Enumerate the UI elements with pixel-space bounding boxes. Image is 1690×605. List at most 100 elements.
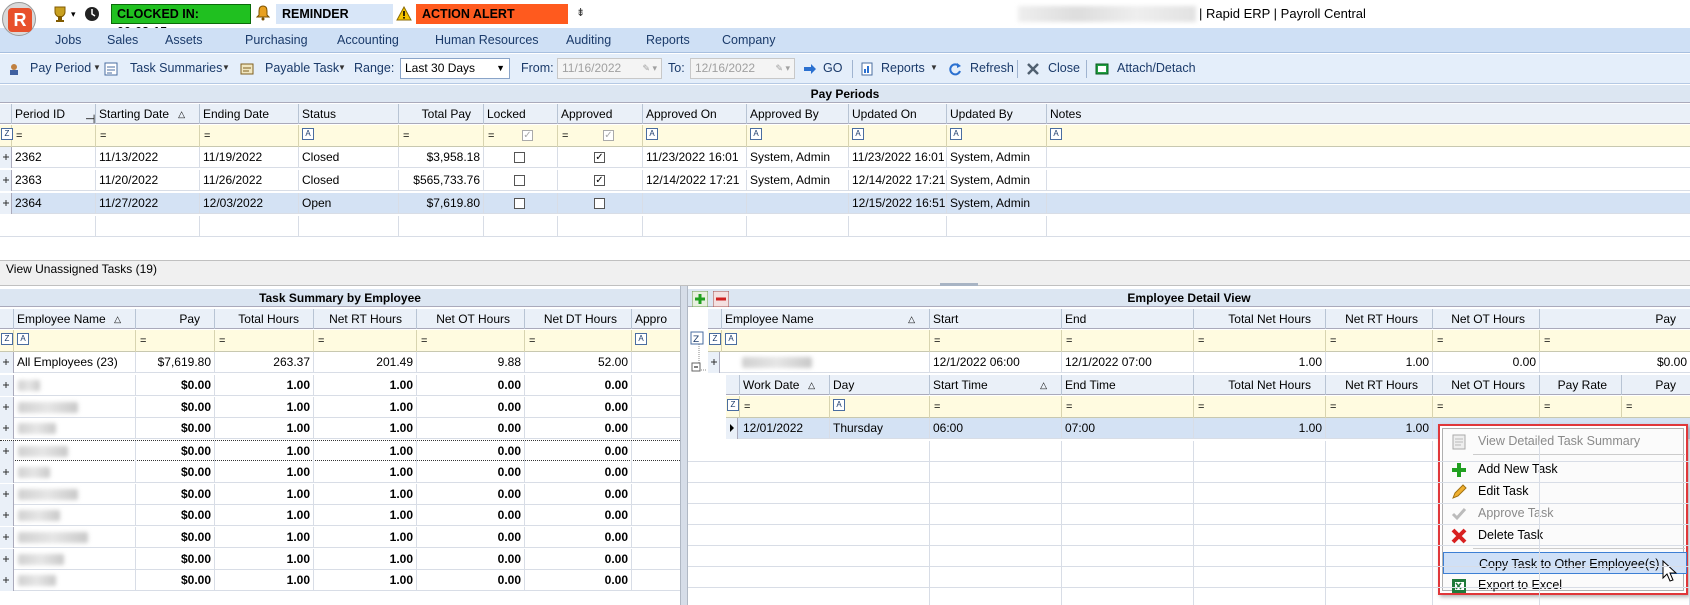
filter-work-date[interactable]: = xyxy=(740,396,830,418)
filter-updated-on[interactable]: A xyxy=(849,125,947,147)
col-net-dt-hours[interactable]: Net DT Hours xyxy=(525,309,632,329)
menu-accounting[interactable]: Accounting xyxy=(337,33,399,47)
reports-dropdown-icon[interactable]: ▼ xyxy=(930,63,938,72)
filter-detail-pay[interactable]: = xyxy=(1540,330,1690,352)
table-row[interactable]: $0.00 1.00 1.00 0.00 0.00 xyxy=(0,396,680,418)
task-summaries-button[interactable]: Task Summaries xyxy=(130,61,222,75)
filter-start[interactable]: = xyxy=(930,330,1062,352)
filter-locked-checkbox[interactable]: ✓ xyxy=(522,130,533,141)
filter-net-ot-hours[interactable]: = xyxy=(417,330,525,352)
filter-total-pay[interactable]: = xyxy=(399,125,484,147)
filter-approved[interactable]: = ✓ xyxy=(558,125,643,147)
filter-detail-net-rt-hours[interactable]: = xyxy=(1326,330,1433,352)
filter-sub-net-rt-hours[interactable]: = xyxy=(1326,396,1433,418)
col-updated-by[interactable]: Updated By xyxy=(947,104,1047,124)
app-logo[interactable]: R xyxy=(2,2,36,36)
payable-task-button[interactable]: Payable Task xyxy=(265,61,339,75)
col-approved-by[interactable]: Approved By xyxy=(747,104,849,124)
customize-toolbar-icon[interactable]: ⇟ xyxy=(576,6,585,19)
filter-end-time[interactable]: = xyxy=(1062,396,1194,418)
table-row[interactable]: $0.00 1.00 1.00 0.00 0.00 xyxy=(0,548,680,570)
table-row[interactable]: $0.00 1.00 1.00 0.00 0.00 xyxy=(0,526,680,548)
filter-total-hours[interactable]: = xyxy=(215,330,314,352)
row-selector[interactable] xyxy=(726,418,738,439)
table-row[interactable]: $0.00 1.00 1.00 0.00 0.00 xyxy=(0,461,680,483)
to-date-field[interactable]: 12/16/2022 ✎ ▾ xyxy=(690,58,795,79)
row-selector[interactable] xyxy=(0,352,14,373)
filter-status[interactable]: A xyxy=(299,125,399,147)
menu-auditing[interactable]: Auditing xyxy=(566,33,611,47)
filter-net-dt-hours[interactable]: = xyxy=(525,330,632,352)
splitter-grip[interactable] xyxy=(940,283,978,286)
from-date-field[interactable]: 11/16/2022 ✎ ▾ xyxy=(557,58,662,79)
col-approved[interactable]: Appro xyxy=(632,309,680,329)
col-sub-net-rt-hours[interactable]: Net RT Hours xyxy=(1326,375,1433,395)
table-row[interactable]: $0.00 1.00 1.00 0.00 0.00 xyxy=(0,570,680,592)
filter-total-net-hours[interactable]: = xyxy=(1194,330,1326,352)
row-selector[interactable] xyxy=(0,375,14,396)
col-total-hours[interactable]: Total Hours xyxy=(215,309,314,329)
table-row[interactable]: $0.00 1.00 1.00 0.00 0.00 xyxy=(0,483,680,505)
remove-icon[interactable] xyxy=(713,291,729,307)
col-day[interactable]: Day xyxy=(830,375,930,395)
row-selector[interactable] xyxy=(0,570,14,592)
row-selector[interactable] xyxy=(0,526,14,548)
col-period-id[interactable]: Period ID ⊣ xyxy=(12,104,96,124)
col-locked[interactable]: Locked xyxy=(484,104,558,124)
row-selector[interactable] xyxy=(0,483,14,505)
row-selector[interactable] xyxy=(0,193,12,214)
col-approved[interactable]: Approved xyxy=(558,104,643,124)
range-select[interactable]: Last 30 Days ▼ xyxy=(400,58,510,79)
filter-start-time[interactable]: = xyxy=(930,396,1062,418)
filter-pay-rate[interactable]: = xyxy=(1540,396,1622,418)
clocked-in-badge[interactable]: CLOCKED IN: 00:02:15 xyxy=(111,4,251,39)
col-detail-pay[interactable]: Pay xyxy=(1540,309,1690,329)
row-selector[interactable] xyxy=(0,147,12,168)
filter-approved[interactable]: A xyxy=(632,330,680,352)
filter-ending-date[interactable]: = xyxy=(200,125,299,147)
col-start-time[interactable]: Start Time △ xyxy=(930,375,1062,395)
row-selector[interactable] xyxy=(708,352,720,373)
col-pay[interactable]: Pay xyxy=(136,309,215,329)
menu-assets[interactable]: Assets xyxy=(165,33,203,47)
col-total-pay[interactable]: Total Pay xyxy=(399,104,484,124)
col-status[interactable]: Status xyxy=(299,104,399,124)
col-sub-pay[interactable]: Pay xyxy=(1622,375,1690,395)
filter-approved-on[interactable]: A xyxy=(643,125,747,147)
filter-sub-pay[interactable]: = xyxy=(1622,396,1690,418)
table-row[interactable]: $0.00 1.00 1.00 0.00 0.00 xyxy=(0,418,680,440)
quick-access-dropdown-icon[interactable]: ▾ xyxy=(71,4,76,24)
col-notes[interactable]: Notes xyxy=(1047,104,1690,124)
col-net-rt-hours[interactable]: Net RT Hours xyxy=(314,309,417,329)
attach-detach-button[interactable]: Attach/Detach xyxy=(1117,61,1196,75)
col-updated-on[interactable]: Updated On xyxy=(849,104,947,124)
pin-icon[interactable]: ⊣ xyxy=(85,109,95,124)
view-unassigned-tasks-link[interactable]: View Unassigned Tasks (19) xyxy=(6,262,157,276)
row-selector[interactable] xyxy=(0,170,12,191)
filter-updated-by[interactable]: A xyxy=(947,125,1047,147)
col-employee-name[interactable]: Employee Name △ xyxy=(14,309,136,329)
menu-reports[interactable]: Reports xyxy=(646,33,690,47)
col-net-ot-hours[interactable]: Net OT Hours xyxy=(417,309,525,329)
vertical-splitter[interactable] xyxy=(680,286,688,605)
table-row[interactable]: $0.00 1.00 1.00 0.00 0.00 xyxy=(0,375,680,396)
menu-sales[interactable]: Sales xyxy=(107,33,138,47)
filter-locked[interactable]: = ✓ xyxy=(484,125,558,147)
action-alert-button[interactable]: ACTION ALERT xyxy=(416,4,568,24)
close-button[interactable]: Close xyxy=(1048,61,1080,75)
col-work-date[interactable]: Work Date △ xyxy=(740,375,830,395)
col-detail-net-ot-hours[interactable]: Net OT Hours xyxy=(1433,309,1540,329)
filter-net-rt-hours[interactable]: = xyxy=(314,330,417,352)
detail-employee-row[interactable]: 12/1/2022 06:00 12/1/2022 07:00 1.00 1.0… xyxy=(708,352,1690,373)
col-end[interactable]: End xyxy=(1062,309,1194,329)
approved-checkbox[interactable] xyxy=(594,198,605,209)
filter-approved-checkbox[interactable]: ✓ xyxy=(603,130,614,141)
table-row[interactable]: 2363 11/20/2022 11/26/2022 Closed $565,7… xyxy=(0,170,1690,191)
menu-human-resources[interactable]: Human Resources xyxy=(435,33,539,47)
filter-detail-net-ot-hours[interactable]: = xyxy=(1433,330,1540,352)
col-total-net-hours[interactable]: Total Net Hours xyxy=(1194,309,1326,329)
menu-company[interactable]: Company xyxy=(722,33,776,47)
filter-sub-total-net-hours[interactable]: = xyxy=(1194,396,1326,418)
approved-checkbox[interactable]: ✓ xyxy=(594,152,605,163)
task-summaries-dropdown-icon[interactable]: ▼ xyxy=(222,63,230,72)
